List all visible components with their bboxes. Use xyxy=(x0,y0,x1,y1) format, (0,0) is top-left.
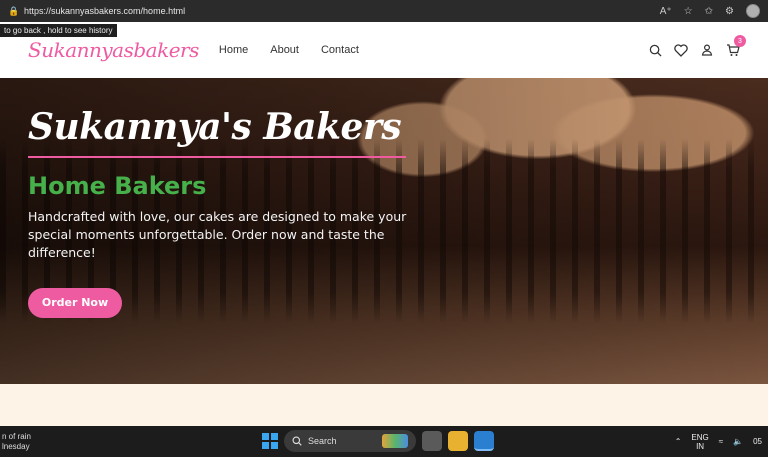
chevron-up-icon[interactable]: ⌃ xyxy=(675,437,682,446)
hero-title: Sukannya's Bakers xyxy=(28,106,402,148)
back-tooltip: to go back , hold to see history xyxy=(0,24,117,37)
main-nav: Home About Contact xyxy=(219,44,359,56)
task-view-icon[interactable] xyxy=(422,431,442,451)
order-now-button[interactable]: Order Now xyxy=(28,288,122,318)
site-logo[interactable]: Sukannyasbakers xyxy=(28,38,199,62)
url-field[interactable]: https://sukannyasbakers.com/home.html xyxy=(24,6,660,16)
clock[interactable]: 05 xyxy=(753,437,762,446)
hero-banner: Sukannya's Bakers Home Bakers Handcrafte… xyxy=(0,78,768,384)
nav-contact[interactable]: Contact xyxy=(321,44,359,56)
user-icon[interactable] xyxy=(700,43,714,57)
search-highlight-icon xyxy=(382,434,408,448)
system-tray: ⌃ ENG IN ≈ 🔈 05 xyxy=(675,426,762,457)
extensions-icon[interactable]: ⚙ xyxy=(725,6,734,17)
volume-icon[interactable]: 🔈 xyxy=(733,437,743,446)
profile-avatar[interactable] xyxy=(746,4,760,18)
language-indicator[interactable]: ENG IN xyxy=(691,433,708,451)
nav-home[interactable]: Home xyxy=(219,44,248,56)
read-aloud-icon[interactable]: A⁺ xyxy=(660,6,672,17)
content-section xyxy=(0,384,768,426)
header-icons: 3 xyxy=(648,35,746,57)
weather-widget[interactable]: n of rain lnesday xyxy=(0,432,60,452)
nav-about[interactable]: About xyxy=(270,44,299,56)
taskbar-apps: Search xyxy=(262,430,494,452)
taskbar: n of rain lnesday Search ⌃ ENG IN ≈ 🔈 05 xyxy=(0,426,768,457)
search-icon xyxy=(292,436,302,446)
hero-subtitle: Home Bakers xyxy=(28,172,207,200)
browser-toolbar: A⁺ ☆ ✩ ⚙ xyxy=(660,4,760,18)
edge-browser-icon[interactable] xyxy=(474,431,494,451)
heart-icon[interactable] xyxy=(674,43,688,57)
favorite-star-icon[interactable]: ☆ xyxy=(684,6,693,17)
taskbar-search[interactable]: Search xyxy=(284,430,416,452)
favorites-icon[interactable]: ✩ xyxy=(705,6,713,17)
hero-divider xyxy=(28,156,406,158)
browser-address-bar: 🔒 https://sukannyasbakers.com/home.html … xyxy=(0,0,768,22)
file-explorer-icon[interactable] xyxy=(448,431,468,451)
windows-start-icon[interactable] xyxy=(262,433,278,449)
hero-content: Sukannya's Bakers Home Bakers Handcrafte… xyxy=(28,106,418,318)
hero-description: Handcrafted with love, our cakes are des… xyxy=(28,209,407,260)
search-icon[interactable] xyxy=(648,43,662,57)
lock-icon[interactable]: 🔒 xyxy=(8,6,19,16)
cart-count-badge: 3 xyxy=(734,35,746,47)
wifi-icon[interactable]: ≈ xyxy=(719,437,723,446)
cart-icon[interactable]: 3 xyxy=(726,35,746,57)
